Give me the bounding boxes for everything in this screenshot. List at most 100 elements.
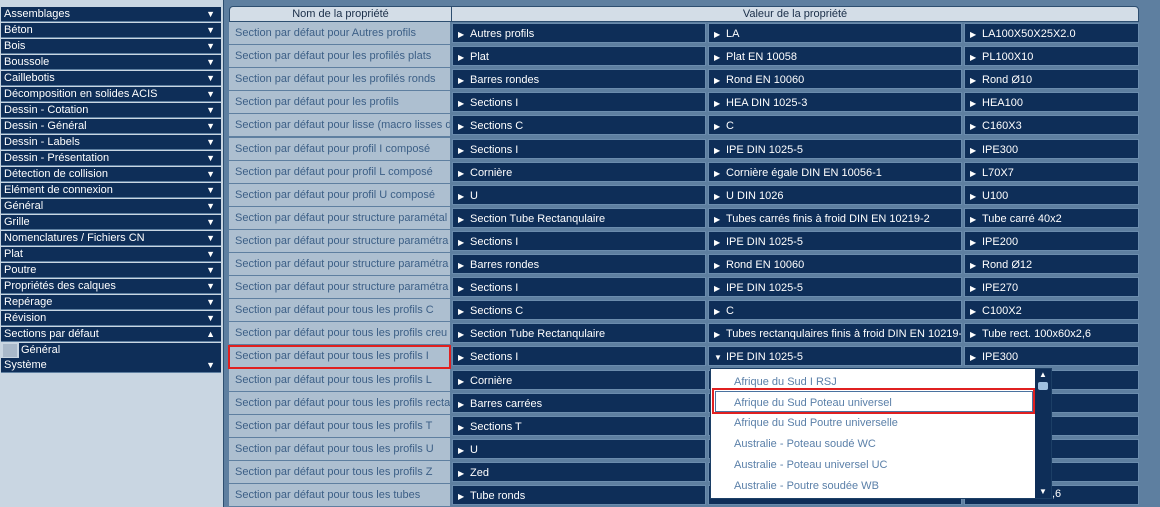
- property-value-cell-3[interactable]: ▶ LA100X50X25X2.0: [964, 23, 1139, 43]
- property-value-cell-1[interactable]: ▶ Sections C: [452, 115, 706, 136]
- property-name-cell[interactable]: Section par défaut pour tous les profils…: [229, 322, 450, 345]
- category-item[interactable]: Propriétés des calques ▼: [1, 279, 221, 294]
- category-item[interactable]: Caillebotis ▼: [1, 71, 221, 86]
- property-name-cell[interactable]: Section par défaut pour structure paramé…: [229, 253, 450, 275]
- category-arrow-icon[interactable]: ▼: [206, 295, 215, 310]
- category-arrow-icon[interactable]: ▼: [206, 151, 215, 166]
- category-arrow-icon[interactable]: ▼: [206, 247, 215, 262]
- category-arrow-icon[interactable]: ▼: [206, 263, 215, 278]
- property-value-cell-1[interactable]: ▶ Autres profils: [452, 23, 706, 43]
- category-arrow-icon[interactable]: ▼: [206, 39, 215, 54]
- category-arrow-icon[interactable]: ▼: [206, 71, 215, 86]
- property-name-cell[interactable]: Section par défaut pour profil I composé: [229, 137, 450, 160]
- property-value-cell-3[interactable]: ▶ IPE300: [964, 138, 1139, 159]
- property-value-cell-1[interactable]: ▶ Cornière: [452, 161, 706, 182]
- category-arrow-icon[interactable]: ▼: [206, 279, 215, 294]
- category-arrow-icon[interactable]: ▼: [206, 231, 215, 246]
- property-value-cell-2[interactable]: ▶ LA: [708, 23, 962, 43]
- category-arrow-icon[interactable]: ▼: [206, 119, 215, 134]
- property-value-cell-1[interactable]: ▶ Sections I: [452, 92, 706, 113]
- property-value-cell-2[interactable]: ▶ Rond EN 10060: [708, 69, 962, 90]
- property-value-cell-3[interactable]: ▶ C100X2: [964, 300, 1139, 321]
- property-name-cell[interactable]: Section par défaut pour les profilés pla…: [229, 45, 450, 68]
- property-name-cell[interactable]: Section par défaut pour profil L composé: [229, 160, 450, 183]
- category-arrow-icon[interactable]: ▼: [206, 87, 215, 102]
- property-value-cell-3[interactable]: ▶ Tube rect. 100x60x2,6: [964, 323, 1139, 344]
- property-value-cell-3[interactable]: ▶ PL100X10: [964, 46, 1139, 67]
- dropdown-option[interactable]: Afrique du Sud Poutre universelle: [734, 413, 898, 433]
- property-value-cell-2[interactable]: ▼ IPE DIN 1025-5: [708, 346, 962, 367]
- property-name-cell[interactable]: Section par défaut pour les profilés ron…: [229, 68, 450, 91]
- property-value-cell-1[interactable]: ▶ U: [452, 438, 706, 459]
- property-name-cell[interactable]: Section par défaut pour profil U composé: [229, 183, 450, 206]
- scroll-thumb[interactable]: [1038, 382, 1048, 390]
- property-name-cell[interactable]: Section par défaut pour structure paramé…: [229, 276, 450, 299]
- property-name-cell[interactable]: Section par défaut pour lisse (macro lis…: [229, 114, 450, 137]
- category-item[interactable]: Nomenclatures / Fichiers CN ▼: [1, 231, 221, 246]
- category-item[interactable]: Sections par défaut ▲: [1, 327, 221, 342]
- property-value-cell-1[interactable]: ▶ Barres carrées: [452, 392, 706, 413]
- property-value-cell-3[interactable]: ▶ IPE300: [964, 346, 1139, 367]
- category-item[interactable]: Béton ▼: [1, 23, 221, 38]
- category-item[interactable]: Poutre ▼: [1, 263, 221, 278]
- category-item[interactable]: Décomposition en solides ACIS ▼: [1, 87, 221, 102]
- property-value-cell-1[interactable]: ▶ Sections I: [452, 138, 706, 159]
- property-value-cell-3[interactable]: ▶ Rond Ø10: [964, 69, 1139, 90]
- category-item[interactable]: Repérage ▼: [1, 295, 221, 310]
- property-value-cell-3[interactable]: ▶ Tube carré 40x2: [964, 207, 1139, 228]
- property-name-cell[interactable]: Section par défaut pour les profils: [229, 91, 450, 114]
- property-value-cell-1[interactable]: ▶ Section Tube Rectanqulaire: [452, 207, 706, 228]
- property-name-cell[interactable]: Section par défaut pour tous les tubes: [229, 484, 450, 506]
- category-item[interactable]: Boussole ▼: [1, 55, 221, 70]
- category-item[interactable]: Révision ▼: [1, 311, 221, 326]
- property-value-cell-3[interactable]: ▶ HEA100: [964, 92, 1139, 113]
- property-value-cell-3[interactable]: ▶ Rond Ø12: [964, 254, 1139, 274]
- category-arrow-icon[interactable]: ▼: [206, 7, 215, 22]
- category-arrow-icon[interactable]: ▼: [206, 199, 215, 214]
- property-value-cell-1[interactable]: ▶ Cornière: [452, 369, 706, 390]
- scroll-down-icon[interactable]: ▼: [1035, 486, 1051, 498]
- property-value-cell-1[interactable]: ▶ Sections T: [452, 415, 706, 436]
- property-value-cell-3[interactable]: ▶ U100: [964, 184, 1139, 205]
- property-name-cell[interactable]: Section par défaut pour tous les profils…: [229, 368, 450, 391]
- dropdown-option[interactable]: Australie - Poteau universel UC: [734, 455, 887, 475]
- property-value-cell-3[interactable]: ▶ IPE200: [964, 230, 1139, 251]
- property-value-cell-1[interactable]: ▶ Barres rondes: [452, 254, 706, 274]
- property-value-cell-2[interactable]: ▶ IPE DIN 1025-5: [708, 230, 962, 251]
- category-item[interactable]: Dessin - Présentation ▼: [1, 151, 221, 166]
- dropdown-option[interactable]: Australie - Poutre soudée WB: [734, 476, 879, 496]
- category-item[interactable]: Elément de connexion ▼: [1, 183, 221, 198]
- category-arrow-icon[interactable]: ▼: [206, 311, 215, 326]
- category-arrow-icon[interactable]: ▼: [206, 358, 215, 373]
- property-value-cell-2[interactable]: ▶ Plat EN 10058: [708, 46, 962, 67]
- property-value-cell-1[interactable]: ▶ Sections I: [452, 346, 706, 367]
- property-value-cell-2[interactable]: ▶ HEA DIN 1025-3: [708, 92, 962, 113]
- dropdown-scrollbar[interactable]: ▲ ▼: [1035, 369, 1051, 498]
- property-value-cell-2[interactable]: ▶ IPE DIN 1025-5: [708, 138, 962, 159]
- category-arrow-icon[interactable]: ▼: [206, 215, 215, 230]
- property-value-cell-3[interactable]: ▶ IPE270: [964, 277, 1139, 298]
- category-arrow-icon[interactable]: ▼: [206, 183, 215, 198]
- property-name-cell[interactable]: Section par défaut pour tous les profils…: [229, 460, 450, 483]
- property-name-cell[interactable]: Section par défaut pour structure paramé…: [229, 229, 450, 252]
- property-value-cell-3[interactable]: ▶ L70X7: [964, 161, 1139, 182]
- property-name-cell[interactable]: Section par défaut pour tous les profils…: [229, 414, 450, 437]
- property-value-cell-3[interactable]: ▶ C160X3: [964, 115, 1139, 136]
- category-arrow-icon[interactable]: ▼: [206, 135, 215, 150]
- property-name-cell[interactable]: Section par défaut pour tous les profils…: [229, 391, 450, 414]
- property-value-cell-1[interactable]: ▶ Plat: [452, 46, 706, 67]
- category-item[interactable]: Dessin - Cotation ▼: [1, 103, 221, 118]
- property-value-cell-1[interactable]: ▶ U: [452, 184, 706, 205]
- property-value-cell-2[interactable]: ▶ U DIN 1026: [708, 184, 962, 205]
- property-value-cell-1[interactable]: ▶ Section Tube Rectanqulaire: [452, 323, 706, 344]
- category-item[interactable]: Général ▼: [1, 199, 221, 214]
- category-arrow-icon[interactable]: ▼: [206, 103, 215, 118]
- property-value-cell-2[interactable]: ▶ Tubes rectanqulaires finis à froid DIN …: [708, 323, 962, 344]
- property-value-cell-1[interactable]: ▶ Barres rondes: [452, 69, 706, 90]
- property-value-cell-2[interactable]: ▶ IPE DIN 1025-5: [708, 277, 962, 298]
- category-arrow-icon[interactable]: ▲: [206, 327, 215, 342]
- property-value-cell-2[interactable]: ▶ Tubes carrés finis à froid DIN EN 10219…: [708, 207, 962, 228]
- property-value-cell-1[interactable]: ▶ Sections C: [452, 300, 706, 321]
- category-arrow-icon[interactable]: ▼: [206, 23, 215, 38]
- property-value-cell-1[interactable]: ▶ Sections I: [452, 277, 706, 298]
